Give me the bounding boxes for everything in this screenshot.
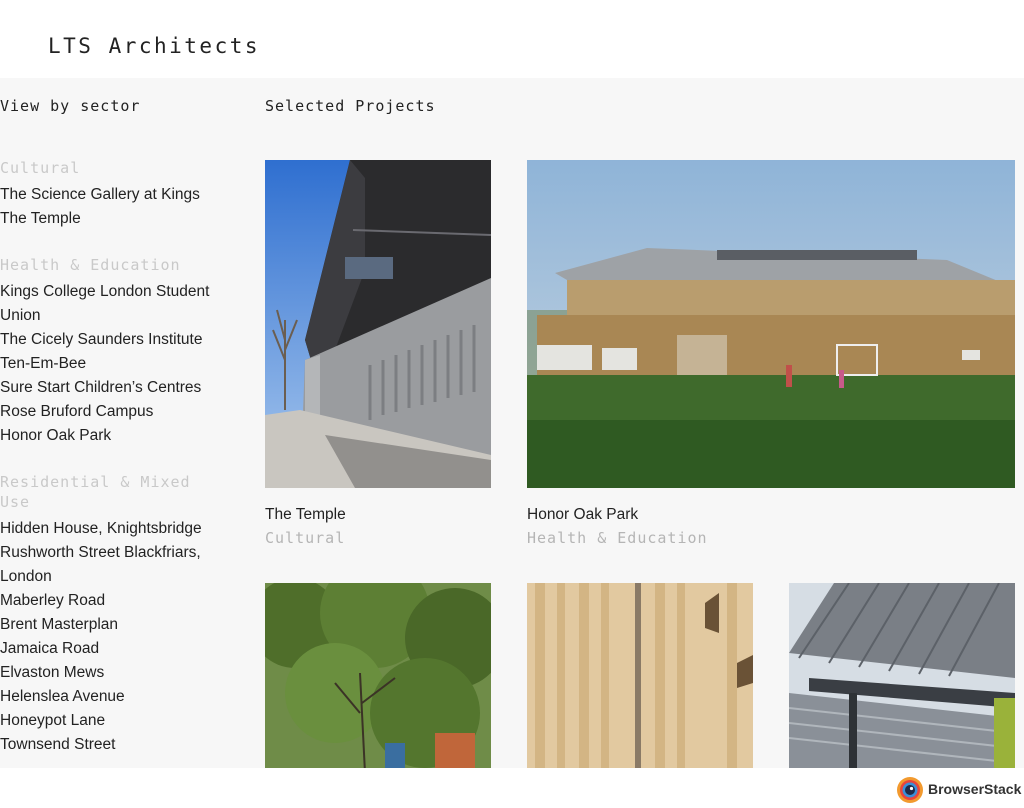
sidebar-project-link[interactable]: The Temple (0, 207, 230, 231)
project-thumbnail-honor-oak-park[interactable] (527, 160, 1015, 488)
sidebar-project-link[interactable]: Honeypot Lane (0, 709, 230, 733)
project-thumbnail[interactable] (789, 583, 1015, 768)
canopy-roof-photo (789, 583, 1015, 768)
project-sector: Cultural (265, 529, 346, 547)
sidebar-project-link[interactable]: The Cicely Saunders Institute (0, 328, 230, 352)
sidebar-project-link[interactable]: Helenslea Avenue (0, 685, 230, 709)
sidebar-project-link[interactable]: Maberley Road (0, 589, 230, 613)
sidebar-project-link[interactable]: Sure Start Children’s Centres (0, 376, 230, 400)
sector-sidebar: Cultural The Science Gallery at Kings Th… (0, 158, 230, 768)
sidebar-project-link[interactable]: Rose Bruford Campus (0, 400, 230, 424)
browserstack-logo-icon (897, 777, 923, 803)
sector-group-cultural: Cultural The Science Gallery at Kings Th… (0, 158, 230, 231)
trees-photo (265, 583, 491, 768)
site-title[interactable]: LTS Architects (48, 34, 260, 58)
sidebar-project-link[interactable]: Townsend Street (0, 733, 230, 757)
sidebar-project-link[interactable]: Rushworth Street Blackfriars, London (0, 541, 230, 589)
sidebar-project-link[interactable]: Jamaica Road (0, 637, 230, 661)
project-title[interactable]: The Temple (265, 506, 346, 524)
sports-pavilion-photo (527, 160, 1015, 488)
project-title[interactable]: Honor Oak Park (527, 506, 638, 524)
sector-group-health-education: Health & Education Kings College London … (0, 255, 230, 448)
sidebar-project-link[interactable]: Honor Oak Park (0, 424, 230, 448)
project-sector: Health & Education (527, 529, 708, 547)
projects-heading: Selected Projects (265, 97, 436, 115)
project-thumbnail[interactable] (527, 583, 753, 768)
sector-group-title[interactable]: Residential & Mixed Use (0, 472, 230, 512)
sidebar-project-link[interactable]: The Science Gallery at Kings (0, 183, 230, 207)
sector-group-title[interactable]: Cultural (0, 158, 230, 178)
sidebar-project-link[interactable]: Elvaston Mews (0, 661, 230, 685)
sidebar-project-link[interactable]: Hidden House, Knightsbridge (0, 517, 230, 541)
sector-group-residential: Residential & Mixed Use Hidden House, Kn… (0, 472, 230, 757)
sector-heading: View by sector (0, 97, 141, 115)
dark-brick-building-photo (265, 160, 491, 488)
site-header: LTS Architects (0, 0, 1024, 78)
sidebar-project-link[interactable]: Ten-Em-Bee (0, 352, 230, 376)
project-thumbnail-the-temple[interactable] (265, 160, 491, 488)
footer: BrowserStack (0, 768, 1024, 808)
timber-cladding-photo (527, 583, 753, 768)
browserstack-brand: BrowserStack (928, 781, 1022, 797)
project-thumbnail[interactable] (265, 583, 491, 768)
sidebar-project-link[interactable]: Brent Masterplan (0, 613, 230, 637)
sidebar-project-link[interactable]: Kings College London Student Union (0, 280, 230, 328)
sector-group-title[interactable]: Health & Education (0, 255, 230, 275)
main-content: View by sector Selected Projects Cultura… (0, 78, 1024, 768)
